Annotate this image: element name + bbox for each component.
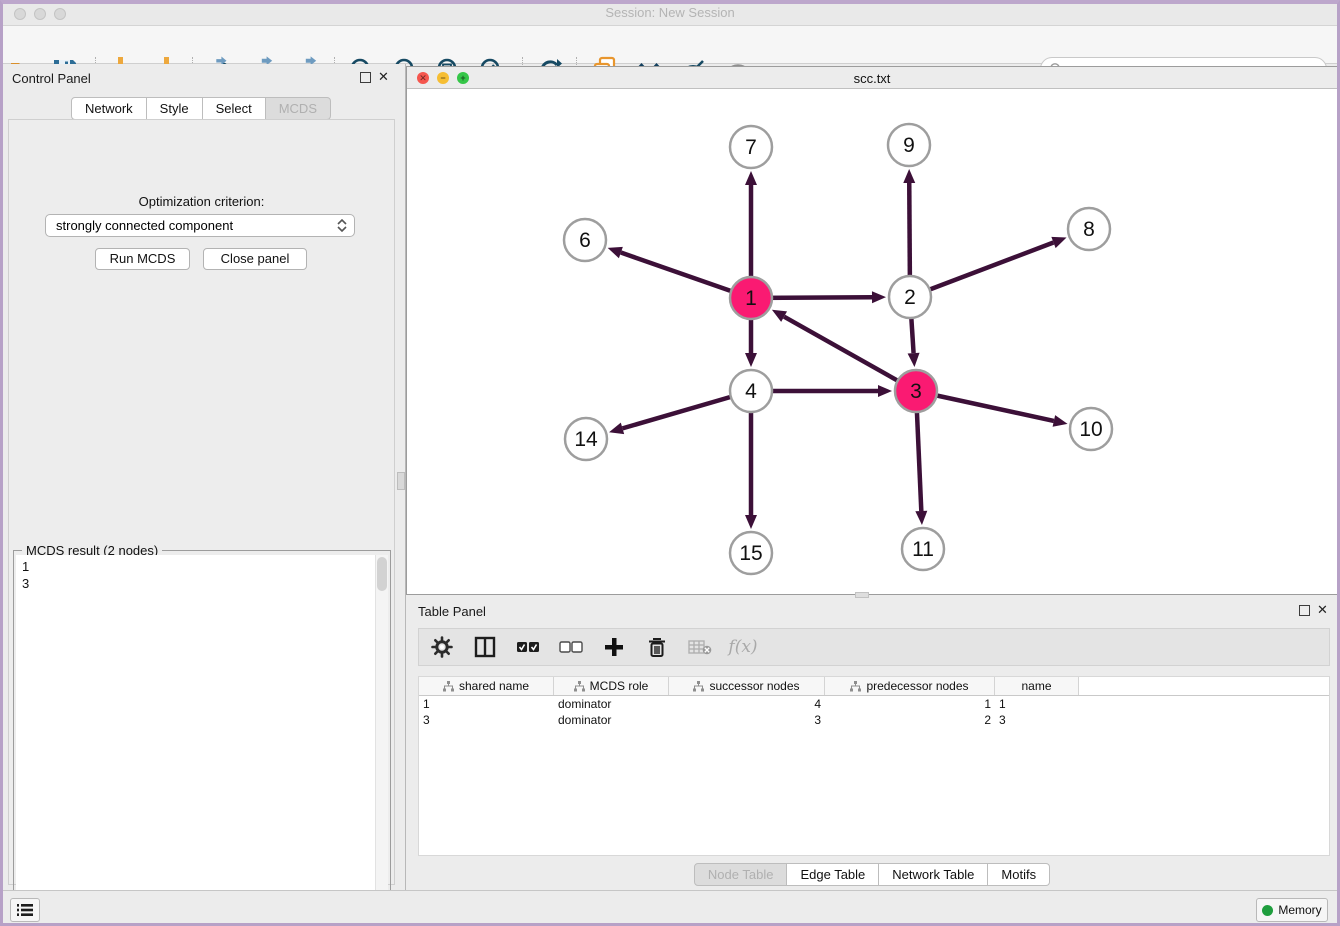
status-bar: Memory bbox=[0, 890, 1340, 926]
edge-arrowhead-icon bbox=[608, 247, 623, 258]
close-panel-icon[interactable]: ✕ bbox=[378, 70, 389, 84]
add-column-icon[interactable] bbox=[601, 634, 627, 660]
graph-edge-3-1[interactable] bbox=[784, 317, 916, 391]
memory-button[interactable]: Memory bbox=[1256, 898, 1328, 922]
splitter-grip[interactable] bbox=[397, 472, 405, 490]
graph-edge-2-8[interactable] bbox=[910, 242, 1053, 297]
graph-node-label: 6 bbox=[579, 229, 591, 252]
tab-edge-table[interactable]: Edge Table bbox=[787, 863, 879, 886]
column-header-shared-name[interactable]: shared name bbox=[419, 677, 554, 695]
function-builder-icon[interactable]: f(x) bbox=[730, 634, 756, 660]
tree-icon bbox=[443, 681, 454, 692]
control-panel: Control Panel ✕ Network Style Select MCD… bbox=[0, 64, 402, 890]
edge-arrowhead-icon bbox=[903, 169, 915, 183]
close-table-panel-icon[interactable]: ✕ bbox=[1317, 603, 1328, 617]
edge-arrowhead-icon bbox=[872, 291, 886, 303]
edge-arrowhead-icon bbox=[745, 353, 757, 367]
edge-arrowhead-icon bbox=[745, 171, 757, 185]
mcds-result-box: MCDS result (2 nodes) 1 3 bbox=[13, 550, 391, 925]
table-panel-header: Table Panel ✕ bbox=[406, 597, 1338, 625]
close-panel-button[interactable]: Close panel bbox=[203, 248, 307, 270]
graph-node-label: 9 bbox=[903, 134, 915, 157]
optimization-criterion-value: strongly connected component bbox=[56, 218, 233, 233]
column-header-mcds-role[interactable]: MCDS role bbox=[554, 677, 669, 695]
control-panel-title: Control Panel bbox=[12, 71, 91, 86]
node-table-header: shared name MCDS role successor nodes pr… bbox=[419, 677, 1329, 696]
network-graph-canvas[interactable]: 1 2 3 4 6 7 8 9 10 11 14 15 bbox=[407, 89, 1337, 594]
table-panel-title: Table Panel bbox=[418, 604, 486, 619]
network-window-title: scc.txt bbox=[407, 71, 1337, 86]
float-panel-icon[interactable] bbox=[360, 72, 371, 83]
edge-arrowhead-icon bbox=[908, 353, 920, 367]
select-all-checked-icon[interactable] bbox=[515, 634, 541, 660]
graph-node-label: 3 bbox=[910, 380, 922, 403]
control-panel-header: Control Panel ✕ bbox=[0, 64, 402, 92]
tab-network[interactable]: Network bbox=[71, 97, 147, 120]
network-view-window: ✕ − + scc.txt 1 2 3 4 6 7 8 9 10 11 14 15 bbox=[406, 66, 1338, 595]
result-scrollbar[interactable] bbox=[375, 555, 388, 922]
gear-icon[interactable] bbox=[429, 634, 455, 660]
tree-icon bbox=[693, 681, 704, 692]
network-window-titlebar[interactable]: ✕ − + scc.txt bbox=[407, 67, 1337, 89]
graph-node-label: 1 bbox=[745, 287, 757, 310]
result-line: 1 bbox=[22, 558, 29, 575]
edge-arrowhead-icon bbox=[1053, 415, 1068, 427]
node-table: shared name MCDS role successor nodes pr… bbox=[418, 676, 1330, 856]
result-line: 3 bbox=[22, 575, 29, 592]
memory-label: Memory bbox=[1278, 903, 1321, 917]
graph-node-label: 11 bbox=[912, 538, 934, 561]
tab-network-table[interactable]: Network Table bbox=[879, 863, 988, 886]
table-toolbar: f(x) bbox=[418, 628, 1330, 666]
delete-table-icon[interactable] bbox=[687, 634, 713, 660]
task-history-button[interactable] bbox=[10, 898, 40, 922]
control-panel-tabs: Network Style Select MCDS bbox=[0, 97, 402, 120]
tree-icon bbox=[574, 681, 585, 692]
edge-arrowhead-icon bbox=[1051, 237, 1066, 248]
graph-node-label: 10 bbox=[1079, 418, 1102, 441]
table-panel-tabs: Node Table Edge Table Network Table Moti… bbox=[406, 863, 1338, 886]
tab-node-table[interactable]: Node Table bbox=[694, 863, 788, 886]
edge-arrowhead-icon bbox=[915, 511, 927, 525]
tab-select[interactable]: Select bbox=[203, 97, 266, 120]
tab-motifs[interactable]: Motifs bbox=[988, 863, 1050, 886]
column-header-name[interactable]: name bbox=[995, 677, 1079, 695]
graph-node-label: 4 bbox=[745, 380, 757, 403]
window-titlebar: Session: New Session bbox=[0, 0, 1340, 26]
delete-column-icon[interactable] bbox=[644, 634, 670, 660]
graph-node-label: 2 bbox=[904, 286, 916, 309]
table-row[interactable]: 1 dominator 4 1 1 bbox=[419, 696, 1329, 712]
column-header-predecessor-nodes[interactable]: predecessor nodes bbox=[825, 677, 995, 695]
mcds-panel-body: Optimization criterion: strongly connect… bbox=[8, 119, 395, 885]
tab-mcds[interactable]: MCDS bbox=[266, 97, 331, 120]
graph-node-label: 7 bbox=[745, 136, 757, 159]
memory-status-icon bbox=[1262, 905, 1273, 916]
graph-node-label: 8 bbox=[1083, 218, 1095, 241]
column-header-successor-nodes[interactable]: successor nodes bbox=[669, 677, 825, 695]
table-row[interactable]: 3 dominator 3 2 3 bbox=[419, 712, 1329, 728]
optimization-criterion-label: Optimization criterion: bbox=[9, 194, 394, 209]
edge-arrowhead-icon bbox=[609, 423, 624, 435]
edge-arrowhead-icon bbox=[878, 385, 892, 397]
deselect-all-icon[interactable] bbox=[558, 634, 584, 660]
table-panel: Table Panel ✕ f(x) shared n bbox=[406, 597, 1338, 889]
horizontal-splitter-grip[interactable] bbox=[855, 592, 869, 598]
column-layout-icon[interactable] bbox=[472, 634, 498, 660]
tab-style[interactable]: Style bbox=[147, 97, 203, 120]
float-table-panel-icon[interactable] bbox=[1299, 605, 1310, 616]
main-toolbar bbox=[0, 26, 1340, 64]
tree-icon bbox=[850, 681, 861, 692]
mcds-result-text[interactable]: 1 3 bbox=[16, 555, 388, 922]
graph-node-label: 15 bbox=[739, 542, 762, 565]
edge-arrowhead-icon bbox=[745, 515, 757, 529]
optimization-criterion-select[interactable]: strongly connected component bbox=[45, 214, 355, 237]
window-title: Session: New Session bbox=[0, 5, 1340, 20]
graph-node-label: 14 bbox=[574, 428, 598, 451]
dropdown-stepper-icon bbox=[334, 217, 350, 234]
list-icon bbox=[17, 903, 33, 917]
run-mcds-button[interactable]: Run MCDS bbox=[95, 248, 190, 270]
